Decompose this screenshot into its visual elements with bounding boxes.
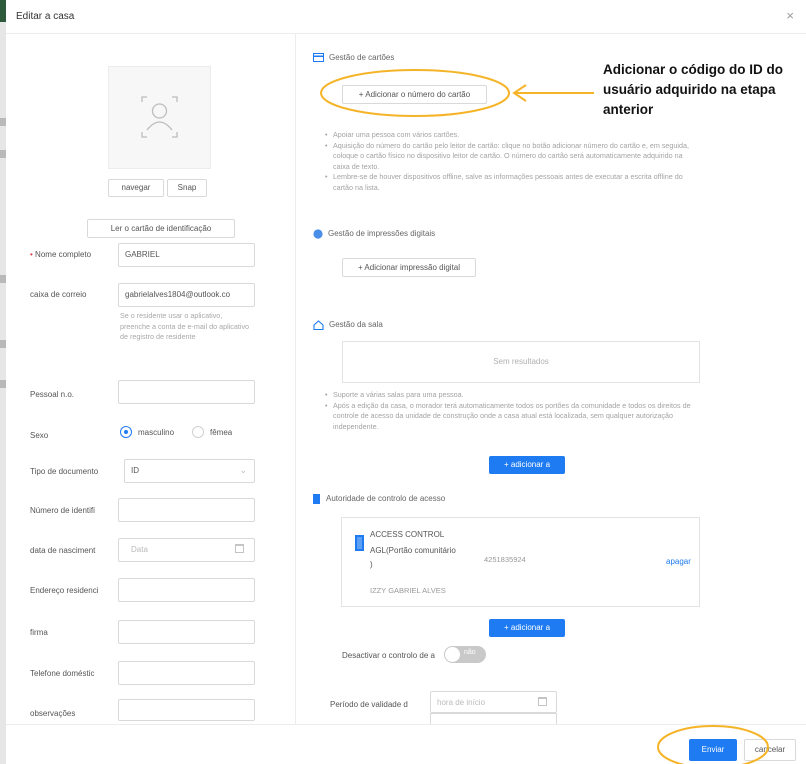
card-hint: Aquisição do número do cartão pelo leito…	[325, 141, 700, 173]
birth-date-input[interactable]: Data	[118, 538, 255, 562]
access-door-icon	[355, 535, 364, 551]
snap-button[interactable]: Snap	[167, 179, 207, 197]
email-input[interactable]: gabrielalves1804@outlook.co	[118, 283, 255, 307]
dialog-title: Editar a casa	[16, 11, 75, 22]
access-section-title: Autoridade de controlo de acesso	[313, 494, 445, 504]
access-control-card: ACCESS CONTROL AGL(Portão comunitário ) …	[341, 517, 700, 607]
notes-input[interactable]	[118, 699, 255, 721]
background-app-strip	[0, 0, 6, 764]
card-hint: Lembre-se de houver dispositivos offline…	[325, 172, 700, 193]
sex-male-radio[interactable]	[120, 426, 132, 438]
email-label: caixa de correio	[30, 290, 87, 299]
card-icon	[313, 53, 324, 63]
column-divider	[295, 34, 296, 724]
full-name-label: • Nome completo	[30, 250, 92, 259]
add-access-button[interactable]: + adicionar a	[489, 619, 565, 637]
room-hint: Após a edição da casa, o morador terá au…	[325, 401, 700, 433]
id-number-input[interactable]	[118, 498, 255, 522]
arrow-left-icon	[512, 84, 594, 102]
home-icon	[313, 320, 324, 330]
dialog-footer: Enviar cancelar	[6, 724, 806, 764]
disable-access-toggle[interactable]: não	[444, 646, 486, 663]
personal-no-input[interactable]	[118, 380, 255, 404]
room-hint: Suporte a várias salas para uma pessoa.	[325, 390, 700, 401]
read-id-card-button[interactable]: Ler o cartão de identificação	[87, 219, 235, 238]
sex-label: Sexo	[30, 431, 49, 440]
room-section-title: Gestão da sala	[313, 320, 383, 330]
toggle-text: não	[464, 649, 476, 656]
notes-label: observações	[30, 709, 76, 718]
home-phone-label: Telefone doméstic	[30, 669, 95, 678]
personal-no-label: Pessoal n.o.	[30, 390, 75, 399]
sex-male-label: masculino	[138, 428, 175, 437]
validity-start-placeholder: hora de início	[437, 698, 486, 707]
home-phone-input[interactable]	[118, 661, 255, 685]
face-scan-icon	[141, 96, 178, 138]
chevron-down-icon: ⌄	[239, 465, 247, 475]
add-fingerprint-button[interactable]: + Adicionar impressão digital	[342, 258, 476, 277]
calendar-icon	[235, 544, 244, 553]
annotation-text: Adicionar o código do ID do usuário adqu…	[603, 62, 783, 117]
access-item-name: AGL(Portão comunitário	[370, 546, 456, 555]
company-label: firma	[30, 628, 48, 637]
fingerprint-section-title: Gestão de impressões digitais	[313, 229, 435, 239]
full-name-input[interactable]: GABRIEL	[118, 243, 255, 267]
fingerprint-icon	[313, 229, 323, 239]
doc-type-value: ID	[131, 466, 139, 475]
card-hints: Apoiar uma pessoa com vários cartões. Aq…	[325, 130, 700, 193]
access-item-owner: IZZY GABRIEL ALVES	[370, 586, 446, 595]
birth-date-label: data de nasciment	[30, 546, 96, 555]
door-icon	[313, 494, 320, 504]
sex-female-radio[interactable]	[192, 426, 204, 438]
rooms-empty-box: Sem resultados	[342, 341, 700, 383]
calendar-icon	[538, 697, 547, 706]
email-hint: Se o residente usar o aplicativo, preenc…	[120, 311, 250, 341]
doc-type-label: Tipo de documento	[30, 467, 99, 476]
address-label: Endereço residenci	[30, 586, 99, 595]
validity-end-input[interactable]	[430, 713, 557, 724]
card-hint: Apoiar uma pessoa com vários cartões.	[325, 130, 700, 141]
validity-start-input[interactable]: hora de início	[430, 691, 557, 713]
submit-button[interactable]: Enviar	[689, 739, 737, 761]
birth-date-placeholder: Data	[131, 545, 148, 554]
photo-placeholder	[108, 66, 211, 169]
access-item-serial: 4251835924	[484, 555, 526, 564]
sex-female-label: fêmea	[210, 428, 233, 437]
id-number-label: Número de identifi	[30, 506, 95, 515]
disable-access-label: Desactivar o controlo de a	[342, 651, 435, 660]
add-card-number-button[interactable]: + Adicionar o número do cartão	[342, 85, 487, 104]
cancel-button[interactable]: cancelar	[744, 739, 796, 761]
card-section-title: Gestão de cartões	[313, 53, 394, 63]
toggle-knob	[445, 647, 460, 662]
access-item-paren: )	[370, 560, 373, 569]
room-hints: Suporte a várias salas para uma pessoa. …	[325, 390, 700, 432]
company-input[interactable]	[118, 620, 255, 644]
doc-type-select[interactable]: ID ⌄	[124, 459, 255, 483]
add-room-button[interactable]: + adicionar a	[489, 456, 565, 474]
close-icon[interactable]: ×	[786, 8, 794, 23]
dialog-header: Editar a casa ×	[6, 0, 806, 34]
delete-link[interactable]: apagar	[666, 557, 691, 566]
address-input[interactable]	[118, 578, 255, 602]
browse-button[interactable]: navegar	[108, 179, 164, 197]
validity-label: Período de validade d	[330, 700, 408, 709]
access-item-title: ACCESS CONTROL	[370, 530, 445, 539]
